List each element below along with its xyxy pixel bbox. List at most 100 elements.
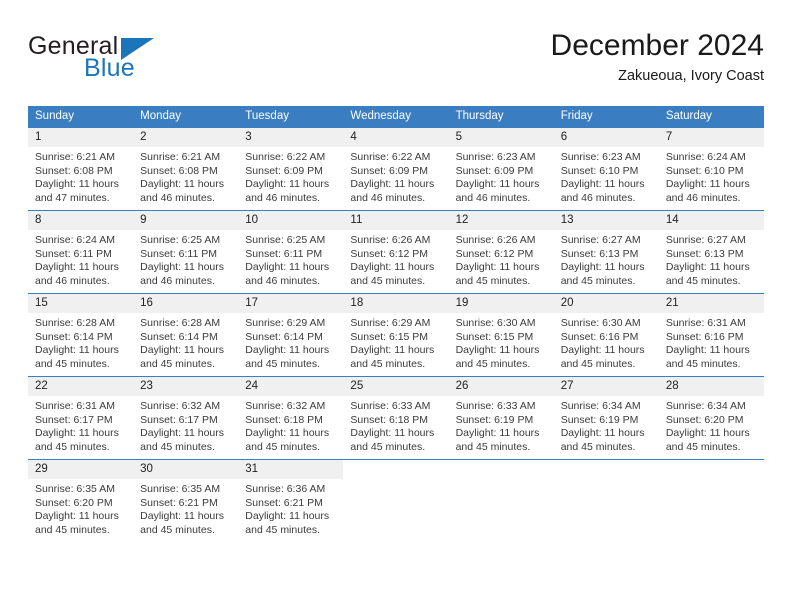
sunset-text: Sunset: 6:15 PM xyxy=(455,330,534,343)
calendar-day-cell[interactable]: 9 Sunrise: 6:25 AM Sunset: 6:11 PM Daylight… xyxy=(133,210,239,294)
day-details: Sunrise: 6:24 AM Sunset: 6:10 PM Daylight:… xyxy=(659,147,764,205)
calendar-day-cell[interactable]: 31 Sunrise: 6:36 AM Sunset: 6:21 PM Dayligh… xyxy=(238,459,344,542)
sunset-text: Sunset: 6:13 PM xyxy=(665,247,744,260)
calendar-day-cell[interactable]: 20 Sunrise: 6:30 AM Sunset: 6:16 PM Dayligh… xyxy=(553,293,659,377)
daylight-text-line2: and 45 minutes. xyxy=(455,357,531,370)
day-details: Sunrise: 6:25 AM Sunset: 6:11 PM Daylight:… xyxy=(238,230,343,288)
sunset-text: Sunset: 6:09 PM xyxy=(350,164,429,177)
calendar-empty-cell xyxy=(448,459,554,542)
calendar-day-cell[interactable]: 26 Sunrise: 6:33 AM Sunset: 6:19 PM Dayligh… xyxy=(448,376,554,460)
sunrise-text: Sunrise: 6:30 AM xyxy=(560,317,641,329)
daylight-text-line1: Daylight: 11 hours xyxy=(455,261,540,274)
daylight-text-line1: Daylight: 11 hours xyxy=(35,344,119,357)
sunrise-text: Sunrise: 6:32 AM xyxy=(140,400,221,412)
calendar-day-cell[interactable]: 7 Sunrise: 6:24 AM Sunset: 6:10 PM Daylight… xyxy=(658,127,764,211)
calendar-day-cell[interactable]: 8 Sunrise: 6:24 AM Sunset: 6:11 PM Daylight… xyxy=(28,210,134,294)
calendar-day-cell[interactable]: 27 Sunrise: 6:34 AM Sunset: 6:19 PM Dayligh… xyxy=(553,376,659,460)
day-details: Sunrise: 6:35 AM Sunset: 6:21 PM Daylight:… xyxy=(133,479,238,537)
calendar-day-cell[interactable]: 4 Sunrise: 6:22 AM Sunset: 6:09 PM Daylight… xyxy=(343,127,449,211)
day-details: Sunrise: 6:22 AM Sunset: 6:09 PM Daylight:… xyxy=(343,147,448,205)
weekday-header-row: Sunday Monday Tuesday Wednesday Thursday… xyxy=(28,106,764,128)
calendar-day-cell[interactable]: 24 Sunrise: 6:32 AM Sunset: 6:18 PM Dayligh… xyxy=(238,376,344,460)
calendar-header-row-group: Sunday Monday Tuesday Wednesday Thursday… xyxy=(28,106,764,128)
daylight-text-line1: Daylight: 11 hours xyxy=(140,510,224,523)
daylight-text-line1: Daylight: 11 hours xyxy=(35,178,119,191)
calendar-day-cell[interactable]: 14 Sunrise: 6:27 AM Sunset: 6:13 PM Dayligh… xyxy=(658,210,764,294)
calendar-day-cell[interactable]: 1 Sunrise: 6:21 AM Sunset: 6:08 PM Daylight… xyxy=(28,127,134,211)
calendar-day-cell[interactable]: 30 Sunrise: 6:35 AM Sunset: 6:21 PM Dayligh… xyxy=(133,459,239,542)
day-details: Sunrise: 6:24 AM Sunset: 6:11 PM Daylight:… xyxy=(28,230,133,288)
sunrise-text: Sunrise: 6:31 AM xyxy=(35,400,115,412)
sunset-text: Sunset: 6:14 PM xyxy=(245,330,323,343)
sunrise-text: Sunrise: 6:26 AM xyxy=(455,234,536,246)
calendar-day-cell[interactable]: 25 Sunrise: 6:33 AM Sunset: 6:18 PM Dayligh… xyxy=(343,376,449,460)
daylight-text-line2: and 46 minutes. xyxy=(35,274,110,287)
daylight-text-line2: and 45 minutes. xyxy=(455,274,531,287)
day-number: 30 xyxy=(133,460,239,479)
sunset-text: Sunset: 6:08 PM xyxy=(140,164,218,177)
daylight-text-line1: Daylight: 11 hours xyxy=(665,344,750,357)
daylight-text-line2: and 46 minutes. xyxy=(665,191,741,204)
calendar-day-cell[interactable]: 12 Sunrise: 6:26 AM Sunset: 6:12 PM Dayligh… xyxy=(448,210,554,294)
day-number: 21 xyxy=(658,294,764,313)
daylight-text-line2: and 46 minutes. xyxy=(350,191,426,204)
sunrise-text: Sunrise: 6:30 AM xyxy=(455,317,536,329)
sunset-text: Sunset: 6:16 PM xyxy=(560,330,639,343)
sunset-text: Sunset: 6:20 PM xyxy=(665,413,744,426)
sunrise-text: Sunrise: 6:36 AM xyxy=(245,483,326,495)
daylight-text-line2: and 45 minutes. xyxy=(350,440,426,453)
logo-text-blue: Blue xyxy=(84,54,135,82)
daylight-text-line2: and 45 minutes. xyxy=(140,440,215,453)
daylight-text-line2: and 45 minutes. xyxy=(560,440,636,453)
day-number: 3 xyxy=(238,128,344,147)
calendar-day-cell[interactable]: 15 Sunrise: 6:28 AM Sunset: 6:14 PM Dayligh… xyxy=(28,293,134,377)
day-number: 28 xyxy=(658,377,764,396)
general-blue-logo[interactable]: General Blue xyxy=(28,32,208,88)
calendar-day-cell[interactable]: 21 Sunrise: 6:31 AM Sunset: 6:16 PM Dayligh… xyxy=(658,293,764,377)
day-number: 18 xyxy=(343,294,449,313)
sunrise-text: Sunrise: 6:21 AM xyxy=(140,151,221,163)
day-number: 25 xyxy=(343,377,449,396)
daylight-text-line1: Daylight: 11 hours xyxy=(455,178,540,191)
calendar-day-cell[interactable]: 3 Sunrise: 6:22 AM Sunset: 6:09 PM Daylight… xyxy=(238,127,344,211)
day-number: 4 xyxy=(343,128,449,147)
sunrise-text: Sunrise: 6:22 AM xyxy=(245,151,326,163)
calendar-body: 1 Sunrise: 6:21 AM Sunset: 6:08 PM Daylight… xyxy=(28,127,764,542)
calendar-week-row: 22 Sunrise: 6:31 AM Sunset: 6:17 PM Dayligh… xyxy=(28,376,764,460)
daylight-text-line2: and 45 minutes. xyxy=(140,357,215,370)
calendar-day-cell[interactable]: 28 Sunrise: 6:34 AM Sunset: 6:20 PM Dayligh… xyxy=(658,376,764,460)
calendar-day-cell[interactable]: 13 Sunrise: 6:27 AM Sunset: 6:13 PM Dayligh… xyxy=(553,210,659,294)
daylight-text-line1: Daylight: 11 hours xyxy=(560,344,645,357)
calendar-day-cell[interactable]: 23 Sunrise: 6:32 AM Sunset: 6:17 PM Dayligh… xyxy=(133,376,239,460)
calendar-day-cell[interactable]: 2 Sunrise: 6:21 AM Sunset: 6:08 PM Daylight… xyxy=(133,127,239,211)
weekday-header-thursday: Thursday xyxy=(448,106,554,128)
calendar-day-cell[interactable]: 10 Sunrise: 6:25 AM Sunset: 6:11 PM Dayligh… xyxy=(238,210,344,294)
calendar-day-cell[interactable]: 6 Sunrise: 6:23 AM Sunset: 6:10 PM Daylight… xyxy=(553,127,659,211)
day-details: Sunrise: 6:31 AM Sunset: 6:16 PM Daylight:… xyxy=(659,313,764,371)
day-number: 7 xyxy=(658,128,764,147)
calendar-day-cell[interactable]: 17 Sunrise: 6:29 AM Sunset: 6:14 PM Dayligh… xyxy=(238,293,344,377)
calendar-day-cell[interactable]: 11 Sunrise: 6:26 AM Sunset: 6:12 PM Dayligh… xyxy=(343,210,449,294)
sunset-text: Sunset: 6:15 PM xyxy=(350,330,429,343)
day-number: 5 xyxy=(448,128,554,147)
daylight-text-line1: Daylight: 11 hours xyxy=(665,261,750,274)
day-details: Sunrise: 6:26 AM Sunset: 6:12 PM Daylight:… xyxy=(343,230,448,288)
calendar-day-cell[interactable]: 18 Sunrise: 6:29 AM Sunset: 6:15 PM Dayligh… xyxy=(343,293,449,377)
daylight-text-line2: and 45 minutes. xyxy=(560,357,636,370)
calendar-day-cell[interactable]: 29 Sunrise: 6:35 AM Sunset: 6:20 PM Dayligh… xyxy=(28,459,134,542)
calendar-day-cell[interactable]: 22 Sunrise: 6:31 AM Sunset: 6:17 PM Dayligh… xyxy=(28,376,134,460)
calendar-day-cell[interactable]: 19 Sunrise: 6:30 AM Sunset: 6:15 PM Dayligh… xyxy=(448,293,554,377)
title-block: December 2024 Zakueoua, Ivory Coast xyxy=(551,28,764,86)
daylight-text-line2: and 47 minutes. xyxy=(35,191,110,204)
calendar-day-cell[interactable]: 5 Sunrise: 6:23 AM Sunset: 6:09 PM Daylight… xyxy=(448,127,554,211)
daylight-text-line2: and 46 minutes. xyxy=(140,274,215,287)
sunset-text: Sunset: 6:09 PM xyxy=(455,164,534,177)
sunrise-text: Sunrise: 6:25 AM xyxy=(140,234,221,246)
daylight-text-line1: Daylight: 11 hours xyxy=(35,510,119,523)
sunset-text: Sunset: 6:17 PM xyxy=(35,413,113,426)
weekday-header-wednesday: Wednesday xyxy=(343,106,449,128)
sunrise-text: Sunrise: 6:21 AM xyxy=(35,151,115,163)
calendar-day-cell[interactable]: 16 Sunrise: 6:28 AM Sunset: 6:14 PM Dayligh… xyxy=(133,293,239,377)
sunrise-text: Sunrise: 6:33 AM xyxy=(455,400,536,412)
daylight-text-line2: and 45 minutes. xyxy=(350,274,426,287)
